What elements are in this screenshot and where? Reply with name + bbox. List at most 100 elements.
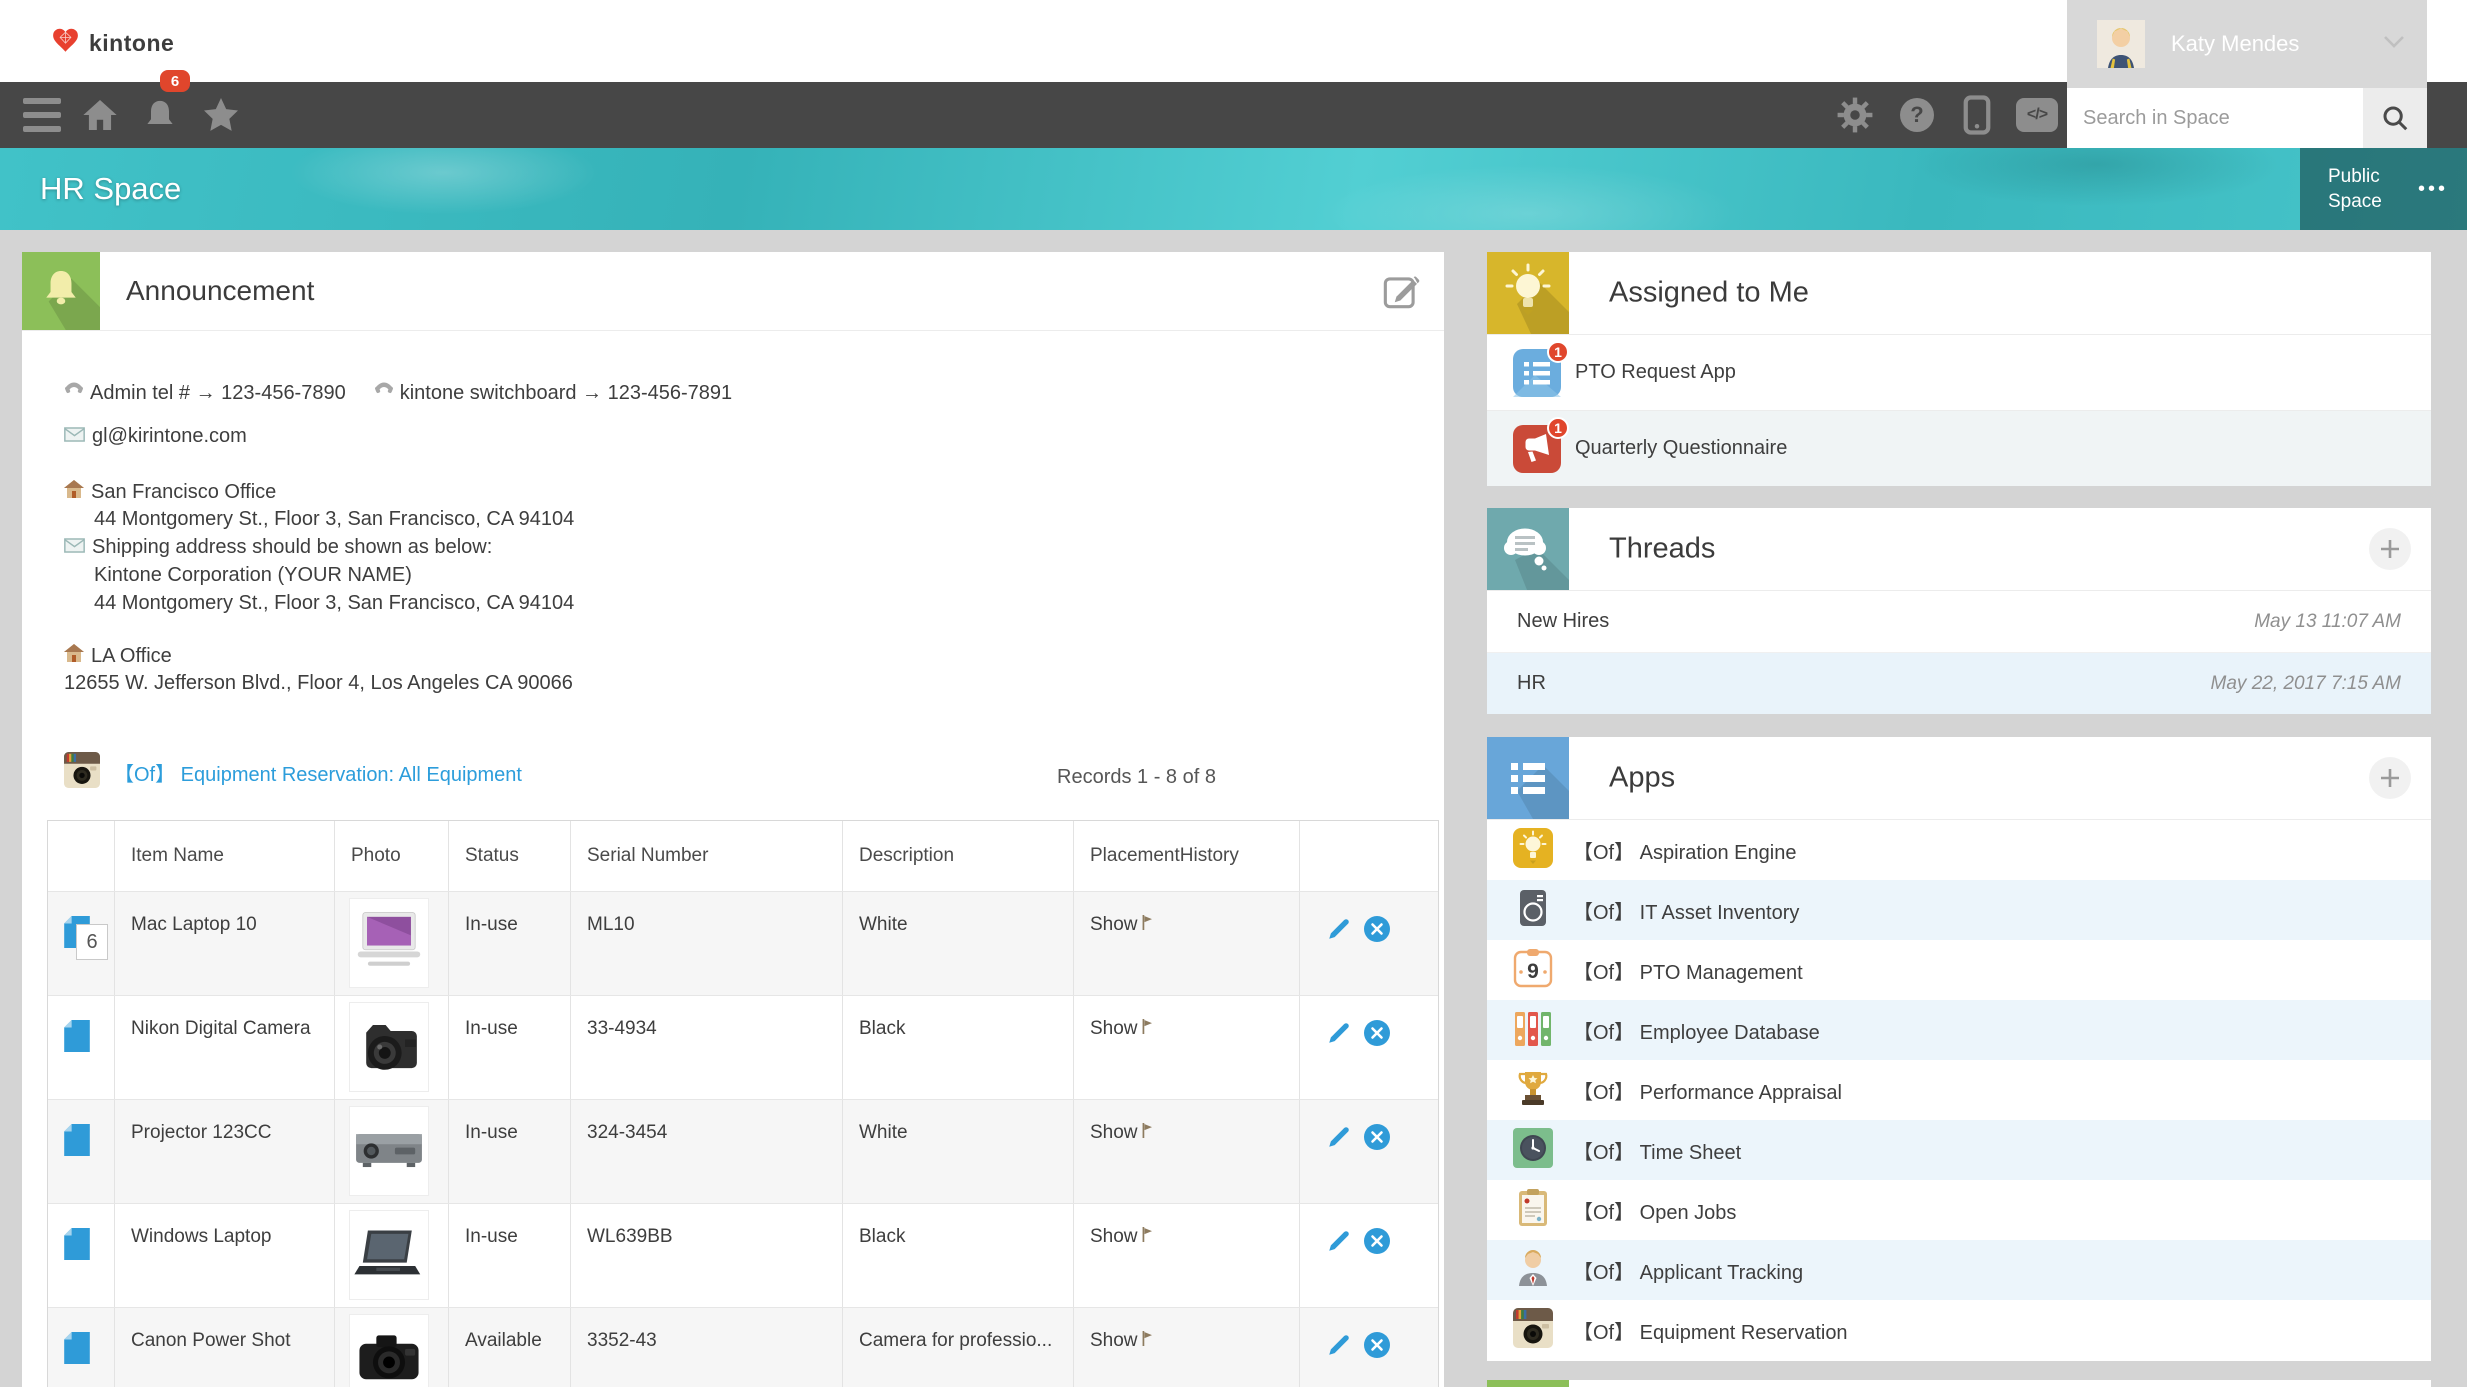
record-icon[interactable]: [64, 1124, 90, 1162]
search-button[interactable]: [2363, 88, 2427, 148]
menu-icon[interactable]: [20, 82, 64, 148]
space-options[interactable]: Public Space •••: [2300, 148, 2467, 230]
kintone-portal: kintone 6 ? </> Katy Mendes Search in Sp…: [0, 0, 2467, 1387]
favorites-star-icon[interactable]: [198, 82, 244, 148]
item-name: Windows Laptop: [114, 1204, 334, 1307]
app-item[interactable]: 【Of】 Time Sheet: [1487, 1120, 2431, 1180]
shipping-line: Shipping address should be shown as belo…: [64, 536, 492, 559]
edit-record-icon[interactable]: [1326, 1228, 1352, 1307]
serial-number: 3352-43: [570, 1308, 842, 1387]
threads-title: Threads: [1609, 532, 1716, 565]
binders-icon: [1513, 1008, 1553, 1053]
app-item[interactable]: 9 【Of】 PTO Management: [1487, 940, 2431, 1000]
phone-icon: [374, 380, 394, 406]
announcement-panel: Announcement Admin tel # → 123-456-7890 …: [22, 252, 1444, 1387]
search-input[interactable]: [2067, 88, 2363, 148]
placement-show-link[interactable]: Show: [1090, 1226, 1138, 1248]
app-item[interactable]: 【Of】 IT Asset Inventory: [1487, 880, 2431, 940]
threads-panel: Threads New Hires May 13 11:07 AM HR May…: [1487, 508, 2431, 714]
delete-record-icon[interactable]: [1364, 916, 1390, 995]
placement-show-link[interactable]: Show: [1090, 914, 1138, 936]
col-description: Description: [842, 821, 1073, 891]
equipment-reservation-link[interactable]: 【Of】 Equipment Reservation: All Equipmen…: [114, 758, 522, 787]
delete-record-icon[interactable]: [1364, 1124, 1390, 1203]
placement-show-link[interactable]: Show: [1090, 1122, 1138, 1144]
serial-number: 33-4934: [570, 996, 842, 1099]
record-icon[interactable]: [64, 1332, 90, 1370]
record-icon[interactable]: [64, 1228, 90, 1266]
edit-record-icon[interactable]: [1326, 916, 1352, 995]
item-name: Canon Power Shot: [114, 1308, 334, 1387]
col-serial: Serial Number: [570, 821, 842, 891]
description: Black: [842, 1204, 1073, 1307]
camera-app-icon: [64, 752, 100, 793]
phone-icon: [64, 380, 84, 406]
col-photo: Photo: [334, 821, 448, 891]
space-search: [2067, 88, 2427, 148]
app-item[interactable]: 【Of】 Equipment Reservation: [1487, 1300, 2431, 1360]
item-photo[interactable]: [349, 1002, 429, 1092]
app-item[interactable]: 【Of】 Performance Appraisal: [1487, 1060, 2431, 1120]
clock-icon: [1513, 1127, 1553, 1173]
add-thread-button[interactable]: [2369, 528, 2411, 570]
home-icon: [64, 644, 84, 668]
lightbulb-icon: [1513, 827, 1553, 873]
avatar: [2097, 20, 2145, 68]
edit-record-icon[interactable]: [1326, 1020, 1352, 1099]
app-item[interactable]: 【Of】 Employee Database: [1487, 1000, 2431, 1060]
help-icon[interactable]: ?: [1894, 82, 1940, 148]
edit-record-icon[interactable]: [1326, 1332, 1352, 1387]
pto-request-icon: [1513, 348, 1561, 401]
more-options-icon[interactable]: •••: [2418, 178, 2448, 201]
shipping-address-line: 44 Montgomery St., Floor 3, San Francisc…: [94, 592, 575, 614]
sf-office-line: San Francisco Office: [64, 480, 276, 504]
serial-number: 324-3454: [570, 1100, 842, 1203]
flag-icon: [1142, 1122, 1153, 1144]
delete-record-icon[interactable]: [1364, 1332, 1390, 1387]
lightbulb-icon: [1487, 252, 1569, 339]
app-item[interactable]: 【Of】 Applicant Tracking: [1487, 1240, 2431, 1300]
sf-address-line: 44 Montgomery St., Floor 3, San Francisc…: [94, 508, 575, 530]
item-photo[interactable]: [349, 1314, 429, 1387]
table-row: Windows Laptop In-use WL639BB Black Show: [48, 1203, 1438, 1307]
app-item[interactable]: 【Of】 Aspiration Engine: [1487, 820, 2431, 880]
code-icon[interactable]: </>: [2012, 82, 2062, 148]
edit-record-icon[interactable]: [1326, 1124, 1352, 1203]
flag-icon: [1142, 914, 1153, 936]
home-icon[interactable]: [78, 82, 122, 148]
chat-bubble-icon: [1487, 508, 1569, 595]
placement-show-link[interactable]: Show: [1090, 1018, 1138, 1040]
status: Available: [448, 1308, 570, 1387]
app-list-icon: [1487, 737, 1569, 824]
device-icon: [1513, 888, 1553, 933]
notifications-bell-icon[interactable]: 6: [138, 70, 190, 158]
delete-record-icon[interactable]: [1364, 1020, 1390, 1099]
item-photo[interactable]: [349, 1210, 429, 1300]
kintone-logo[interactable]: kintone: [52, 28, 174, 58]
gear-icon[interactable]: [1832, 82, 1878, 148]
col-status: Status: [448, 821, 570, 891]
mobile-icon[interactable]: [1954, 82, 2000, 148]
app-item[interactable]: 【Of】 Open Jobs: [1487, 1180, 2431, 1240]
unread-count-badge: 1: [1547, 340, 1569, 363]
assigned-item[interactable]: 1 Quarterly Questionnaire: [1487, 410, 2431, 486]
space-title: HR Space: [40, 171, 182, 206]
table-row: Nikon Digital Camera In-use 33-4934 Blac…: [48, 995, 1438, 1099]
record-icon[interactable]: [64, 1020, 90, 1058]
delete-record-icon[interactable]: [1364, 1228, 1390, 1307]
shipping-name-line: Kintone Corporation (YOUR NAME): [94, 564, 412, 586]
megaphone-icon: [1513, 424, 1561, 477]
comment-count-badge[interactable]: 6: [76, 924, 108, 960]
kintone-heart-icon: [52, 28, 79, 58]
item-photo[interactable]: [349, 898, 429, 988]
user-menu[interactable]: Katy Mendes: [2067, 0, 2427, 88]
la-address-line: 12655 W. Jefferson Blvd., Floor 4, Los A…: [64, 672, 573, 694]
thread-item[interactable]: HR May 22, 2017 7:15 AM: [1487, 652, 2431, 714]
thread-timestamp: May 13 11:07 AM: [2254, 610, 2401, 632]
edit-announcement-button[interactable]: [1382, 270, 1422, 315]
add-app-button[interactable]: [2369, 757, 2411, 799]
placement-show-link[interactable]: Show: [1090, 1330, 1138, 1352]
item-photo[interactable]: [349, 1106, 429, 1196]
assigned-item[interactable]: 1 PTO Request App: [1487, 335, 2431, 410]
thread-item[interactable]: New Hires May 13 11:07 AM: [1487, 591, 2431, 652]
